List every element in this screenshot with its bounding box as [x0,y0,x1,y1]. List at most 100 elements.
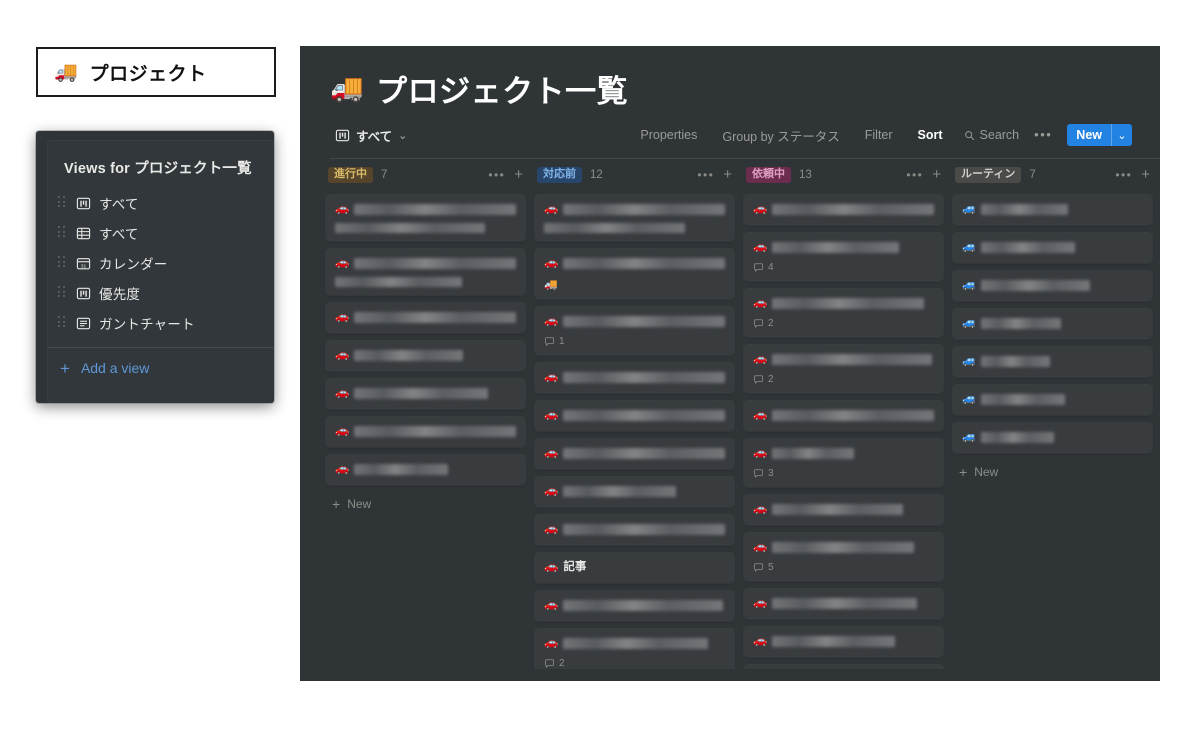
card-title-redacted [772,204,934,215]
drag-handle-icon[interactable] [58,196,68,210]
board-card[interactable]: 🚗 [744,495,943,525]
card-title-redacted [981,356,1051,367]
comment-icon [753,319,764,328]
more-options-button[interactable]: ••• [1034,128,1052,141]
status-badge[interactable]: 対応前 [537,167,582,183]
board-card[interactable]: 🚗 [744,589,943,619]
board-card[interactable]: 🚗 [744,627,943,657]
sort-button[interactable]: Sort [914,125,947,145]
board-card[interactable]: 🚗 [744,401,943,431]
add-a-view-button[interactable]: + Add a view [48,348,274,388]
card-title-row: 🚗 記事 [544,560,725,575]
view-item-2[interactable]: すべて [48,218,274,248]
card-title-redacted [772,542,914,553]
card-title-redacted [981,242,1076,253]
drag-handle-icon[interactable] [58,226,68,240]
column-more-icon[interactable]: ••• [1113,169,1134,181]
column-add-icon[interactable]: + [723,167,732,182]
column-count: 7 [381,169,388,181]
board-card[interactable]: 🚗 [326,455,525,485]
board-card[interactable]: 🚗 🚚 [535,249,734,299]
card-title-redacted [772,242,900,253]
card-title-row: 🚗 [335,462,516,477]
column-more-icon[interactable]: ••• [904,169,925,181]
board-card[interactable]: 🚙 [953,195,1152,225]
board-card[interactable]: 🚗 [326,379,525,409]
page-chip[interactable]: 🚚 プロジェクト [36,47,276,97]
column-more-icon[interactable]: ••• [695,169,716,181]
views-list: すべて すべて 31 カレンダー 優先度 ガントチャート [48,188,274,338]
board-card[interactable]: 🚙 [953,385,1152,415]
board-card[interactable]: 🚗 5 [744,533,943,581]
view-item-1[interactable]: すべて [48,188,274,218]
card-title-row: 🚗 [335,348,516,363]
drag-handle-icon[interactable] [58,286,68,300]
board-columns: 進行中 7 ••• + 🚗 🚗 🚗 🚗 🚗 🚗 🚗 + New 対応前 12 ••• + 🚗 🚗 🚚 🚗 1 🚗 🚗 🚗 🚗 🚗 🚗 記… [300,159,1160,669]
delivery-truck-emoji: 🚗 [544,523,559,535]
filter-button[interactable]: Filter [861,125,897,145]
chevron-down-icon[interactable]: ⌄ [1112,124,1132,146]
card-title-row: 🚗 [335,386,516,401]
board-card[interactable]: 🚗 4 [744,233,943,281]
board-card[interactable]: 🚗2 [744,665,943,669]
board-card[interactable]: 🚙 [953,423,1152,453]
card-title-redacted [772,636,896,647]
new-button[interactable]: New ⌄ [1067,124,1132,146]
board-card[interactable]: 🚗 [535,591,734,621]
group-by-button[interactable]: Group by ステータス [718,123,843,148]
board-card[interactable]: 🚗 1 [535,307,734,355]
board-card[interactable]: 🚗 [744,195,943,225]
board-card[interactable]: 🚙 [953,271,1152,301]
board-card[interactable]: 🚗 [326,303,525,333]
column-cards: 🚗🚗🚚🚗1🚗🚗🚗🚗🚗🚗記事🚗🚗2🚗 [535,191,734,669]
board-card[interactable]: 🚗2 [744,289,943,337]
status-badge[interactable]: 依頼中 [746,167,791,183]
board-card[interactable]: 🚗 [326,341,525,371]
card-title-redacted [981,432,1054,443]
board-card[interactable]: 🚗 [535,439,734,469]
search-button[interactable]: Search [964,128,1019,142]
board-card[interactable]: 🚗 [326,195,525,241]
column-new-button[interactable]: + New [326,485,525,511]
board-card[interactable]: 🚗 [535,477,734,507]
card-title-row: 🚗 [544,314,725,329]
board-card[interactable]: 🚗 [326,249,525,295]
board-card[interactable]: 🚗 記事 [535,553,734,583]
card-title-row: 🚗 [544,256,725,271]
board-card[interactable]: 🚗 [535,363,734,393]
board-card[interactable]: 🚗2 [744,345,943,393]
board-card[interactable]: 🚙 [953,347,1152,377]
delivery-truck-emoji: 🚗 [335,387,350,399]
page-title-text: プロジェクト一覧 [376,73,629,109]
drag-handle-icon[interactable] [58,316,68,330]
card-subtitle-row [335,277,516,287]
board-card[interactable]: 🚙 [953,309,1152,339]
view-item-5[interactable]: ガントチャート [48,308,274,338]
column-new-button[interactable]: + New [953,453,1152,479]
column-add-icon[interactable]: + [1141,167,1150,182]
board-card[interactable]: 🚗 3 [744,439,943,487]
view-item-4[interactable]: 優先度 [48,278,274,308]
status-badge[interactable]: 進行中 [328,167,373,183]
calendar-view-icon: 31 [76,257,91,269]
column-add-icon[interactable]: + [932,167,941,182]
board-card[interactable]: 🚙 [953,233,1152,263]
delivery-truck-emoji: 🚙 [962,317,977,329]
card-title-row: 🚗 [753,240,934,255]
card-title-redacted [563,372,725,383]
tab-subete-label: すべて [356,129,393,144]
tab-subete[interactable]: すべて ⌄ [330,123,412,148]
board-card[interactable]: 🚗 [535,195,734,241]
column-add-icon[interactable]: + [514,167,523,182]
board-card[interactable]: 🚗2 [535,629,734,669]
column-more-icon[interactable]: ••• [486,169,507,181]
board-card[interactable]: 🚗 [326,417,525,447]
properties-button[interactable]: Properties [636,125,701,145]
delivery-truck-emoji: 🚗 [335,463,350,475]
board-card[interactable]: 🚗 [535,515,734,545]
delivery-truck-emoji: 🚙 [962,241,977,253]
view-item-3[interactable]: 31 カレンダー [48,248,274,278]
drag-handle-icon[interactable] [58,256,68,270]
board-card[interactable]: 🚗 [535,401,734,431]
status-badge[interactable]: ルーティン [955,167,1022,183]
